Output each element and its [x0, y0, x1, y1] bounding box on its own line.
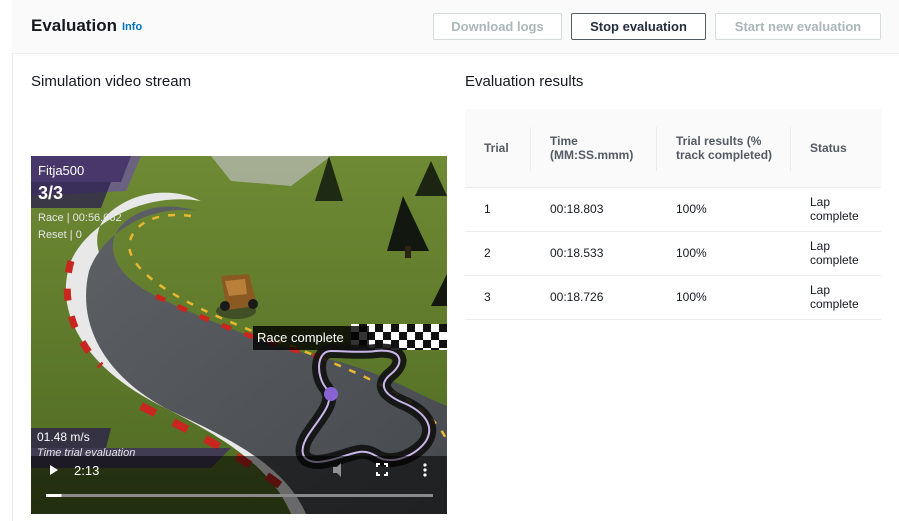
evaluation-mode: Time trial evaluation [37, 447, 136, 459]
result-cell: 100% [657, 275, 791, 320]
table-row: 1 00:18.803 100% Lap complete [465, 187, 881, 232]
race-time: Race | 00:56.062 [38, 212, 122, 224]
status-cell: Lap complete [791, 187, 881, 232]
results-section-title: Evaluation results [465, 73, 584, 90]
stop-evaluation-button[interactable]: Stop evaluation [571, 13, 706, 40]
trial-cell: 2 [465, 231, 531, 276]
column-divider [790, 127, 791, 171]
more-options-icon[interactable] [423, 463, 427, 477]
video-progress-fill [46, 494, 62, 497]
column-header-trial-results: Trial results (% track completed) [657, 109, 791, 188]
page-title: Evaluation [31, 16, 117, 35]
download-logs-button[interactable]: Download logs [433, 13, 562, 40]
info-link[interactable]: Info [122, 21, 142, 33]
table-row: 3 00:18.726 100% Lap complete [465, 275, 881, 320]
simulation-video-player[interactable]: Fitja500 3/3 Race | 00:56.062 Reset | 0 … [31, 156, 447, 514]
status-cell: Lap complete [791, 231, 881, 276]
table-header-row: Trial Time (MM:SS.mmm) Trial results (% … [465, 109, 881, 188]
status-cell: Lap complete [791, 275, 881, 320]
start-new-evaluation-button[interactable]: Start new evaluation [715, 13, 881, 40]
model-name: Fitja500 [38, 163, 85, 178]
time-cell: 00:18.726 [531, 275, 657, 320]
column-divider [530, 127, 531, 171]
time-cell: 00:18.803 [531, 187, 657, 232]
trial-cell: 3 [465, 275, 531, 320]
time-cell: 00:18.533 [531, 231, 657, 276]
speed-readout: 01.48 m/s [37, 430, 90, 444]
result-cell: 100% [657, 231, 791, 276]
evaluation-results-table: Trial Time (MM:SS.mmm) Trial results (% … [465, 109, 881, 320]
reset-count: Reset | 0 [38, 229, 82, 241]
video-time: 2:13 [74, 463, 100, 478]
column-divider [656, 127, 657, 171]
result-cell: 100% [657, 187, 791, 232]
video-frame [31, 156, 447, 514]
table-row: 2 00:18.533 100% Lap complete [465, 231, 881, 276]
lap-counter: 3/3 [38, 183, 64, 203]
trial-cell: 1 [465, 187, 531, 232]
race-status: Race complete [257, 330, 344, 345]
video-section-title: Simulation video stream [31, 73, 192, 90]
column-header-time: Time (MM:SS.mmm) [531, 109, 657, 188]
column-header-trial: Trial [465, 109, 531, 188]
column-header-status: Status [791, 109, 881, 188]
